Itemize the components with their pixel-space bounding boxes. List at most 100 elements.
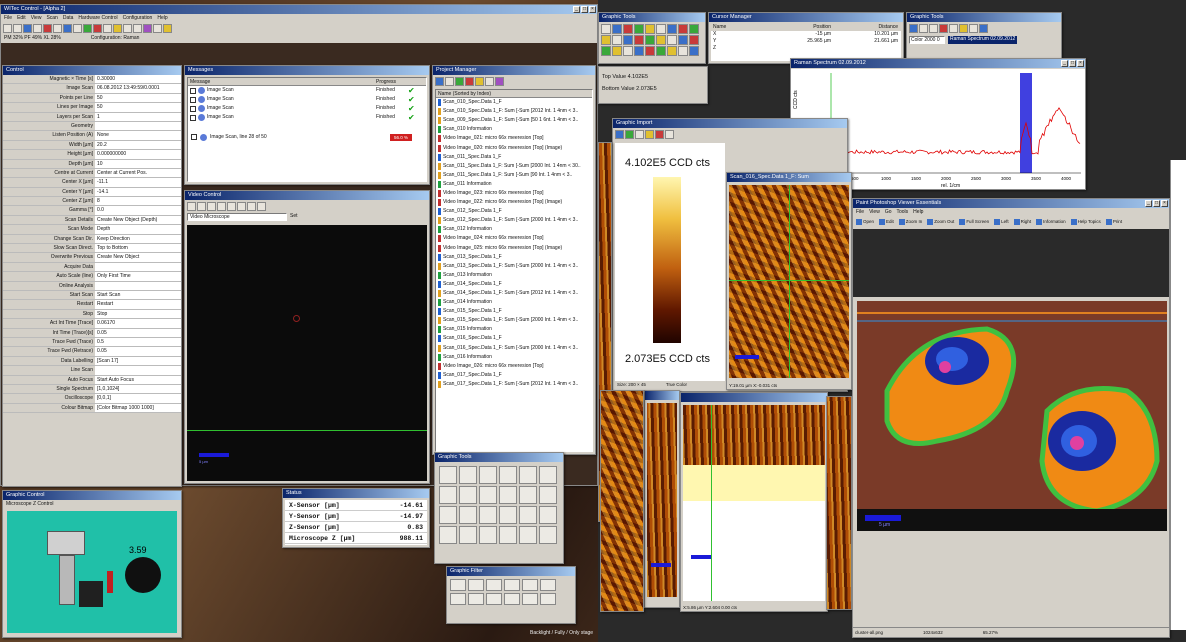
palette-tool-icon[interactable] [459, 486, 477, 504]
project-item[interactable]: Scan_017_Spec.Data 1_F: Sum [-Sum [2012 … [436, 380, 592, 389]
minimize-icon[interactable]: _ [1145, 200, 1152, 207]
layout-icon[interactable] [153, 23, 162, 33]
project-item[interactable]: Scan_015_Spec.Data 1_F: Sum [-Sum [2000 … [436, 316, 592, 325]
message-row[interactable]: Image Scan Finished ✔ [188, 86, 426, 95]
property-row[interactable]: Change Scan Dir. Keep Direction [3, 234, 181, 245]
graphic-tool-icon[interactable] [612, 46, 622, 56]
property-row[interactable]: Scan Details Create New Object (Depth) [3, 215, 181, 226]
property-value[interactable]: -14.1 [95, 187, 181, 197]
photo-menu-item[interactable]: View [869, 208, 880, 216]
property-row[interactable]: Image Scan 06.08.2012 13:49:59/0.0001 [3, 84, 181, 94]
menu-view[interactable]: View [31, 14, 42, 22]
new-icon[interactable] [3, 23, 12, 33]
palette-tool-icon[interactable] [539, 486, 557, 504]
close-icon[interactable]: × [589, 6, 596, 13]
property-value[interactable]: 0.05 [95, 328, 181, 337]
depth-cursor[interactable] [711, 405, 712, 601]
palette-tool-icon[interactable] [522, 593, 538, 605]
minimize-icon[interactable]: _ [573, 6, 580, 13]
palette-tool-icon[interactable] [439, 506, 457, 524]
property-value[interactable]: [Scan 17] [95, 356, 181, 366]
graphic-tool-icon[interactable] [667, 46, 677, 56]
property-value[interactable]: 50 [95, 103, 181, 112]
palette-tool-icon[interactable] [439, 486, 457, 504]
property-value[interactable]: 0.30000 [95, 75, 181, 84]
palette-tool-icon[interactable] [539, 466, 557, 484]
project-item[interactable]: Scan_011_Spec.Data 1_F: Sum [-Sum [90 In… [436, 171, 592, 180]
property-value[interactable]: 0.000000000 [95, 150, 181, 159]
scan-image-4[interactable] [827, 397, 851, 609]
minimize-icon[interactable]: _ [1061, 60, 1068, 67]
image-cursor-v[interactable] [789, 185, 790, 378]
graphic-tool-icon[interactable] [656, 35, 666, 45]
cluster-image[interactable]: 5 µm [857, 301, 1167, 531]
property-value[interactable]: 8 [95, 197, 181, 206]
property-value[interactable]: Only First Time [95, 272, 181, 281]
property-row[interactable]: Auto Focus Start Auto Focus [3, 375, 181, 385]
cursor-row[interactable]: X -15 µm 10.201 µm [711, 31, 901, 38]
message-row[interactable]: Image Scan Finished ✔ [188, 95, 426, 104]
photo-tool-button[interactable]: Print [1105, 217, 1122, 227]
property-row[interactable]: Oscilloscope [0,0,1] [3, 394, 181, 404]
property-row[interactable]: Width [µm] 20.2 [3, 140, 181, 151]
open-project-icon[interactable] [435, 76, 444, 86]
graphic-tool-icon[interactable] [601, 24, 611, 34]
palette-tool-icon[interactable] [540, 593, 556, 605]
project-item[interactable]: Scan_014 Information [436, 298, 592, 307]
photo-tool-button[interactable]: Edit [879, 217, 894, 227]
palette-tool-icon[interactable] [459, 526, 477, 544]
filter-data-icon[interactable] [485, 76, 494, 86]
palette-tool-icon[interactable] [499, 466, 517, 484]
property-row[interactable]: Center Y [µm] -14.1 [3, 187, 181, 198]
graphic-tool-icon[interactable] [623, 46, 633, 56]
property-row[interactable]: Lines per Image 50 [3, 103, 181, 113]
palette-tool-icon[interactable] [468, 593, 484, 605]
palette-tool-icon[interactable] [479, 466, 497, 484]
property-row[interactable]: Online Analysis [3, 281, 181, 291]
photo-menu-item[interactable]: File [856, 208, 864, 216]
palette-tool-icon[interactable] [540, 579, 556, 591]
property-value[interactable]: 20.2 [95, 140, 181, 150]
project-item[interactable]: Scan_011 Information [436, 180, 592, 189]
cursor-row[interactable]: Z [711, 45, 901, 52]
graphic-tool-icon[interactable] [634, 46, 644, 56]
property-row[interactable]: Magnetic × Time [s] 0.30000 [3, 75, 181, 85]
property-value[interactable]: 10 [95, 159, 181, 168]
property-row[interactable]: Depth [µm] 10 [3, 159, 181, 169]
menu-data[interactable]: Data [63, 14, 74, 22]
property-row[interactable]: Act Int Time [Trace] 0.06170 [3, 319, 181, 329]
checkbox[interactable] [190, 114, 196, 121]
pointer-icon[interactable] [187, 201, 196, 211]
property-row[interactable]: Restart Restart [3, 300, 181, 310]
palette-tool-icon[interactable] [450, 579, 466, 591]
palette-tool-icon[interactable] [439, 526, 457, 544]
palette-tool-icon[interactable] [479, 526, 497, 544]
palette-tool-icon[interactable] [486, 593, 502, 605]
delete-graph-icon[interactable] [655, 129, 664, 139]
palette-icon[interactable] [645, 129, 654, 139]
graphic-tool-icon[interactable] [689, 46, 699, 56]
spectrum-icon[interactable] [113, 23, 122, 33]
grid-icon[interactable] [133, 23, 142, 33]
refresh-icon[interactable] [625, 129, 634, 139]
graphic-tool-icon[interactable] [689, 24, 699, 34]
zoom-tool-icon[interactable] [909, 23, 918, 33]
palette-tool-icon[interactable] [522, 579, 538, 591]
palette-tool-icon[interactable] [519, 486, 537, 504]
close-icon[interactable]: × [1077, 60, 1084, 67]
graphic-tool-icon[interactable] [656, 46, 666, 56]
palette-tool-icon[interactable] [499, 486, 517, 504]
sort-icon[interactable] [475, 76, 484, 86]
property-value[interactable]: [Color Bitmap 1000 1000] [95, 403, 181, 413]
spectrum-select[interactable]: Raman Spectrum 02.09.2012 [948, 36, 1018, 44]
graphic-tool-icon[interactable] [612, 24, 622, 34]
property-value[interactable]: 1 [95, 112, 181, 121]
scale-icon[interactable] [635, 129, 644, 139]
menu-scan[interactable]: Scan [46, 14, 57, 22]
property-row[interactable]: Points per Line 50 [3, 93, 181, 104]
video-view[interactable]: 5 µm [187, 225, 427, 481]
property-row[interactable]: Trace Fwd (Trace) 0.5 [3, 337, 181, 348]
project-item[interactable]: Scan_010 Information [436, 125, 592, 134]
property-value[interactable]: Stop [95, 309, 181, 319]
menu-configuration[interactable]: Configuration [123, 14, 153, 22]
